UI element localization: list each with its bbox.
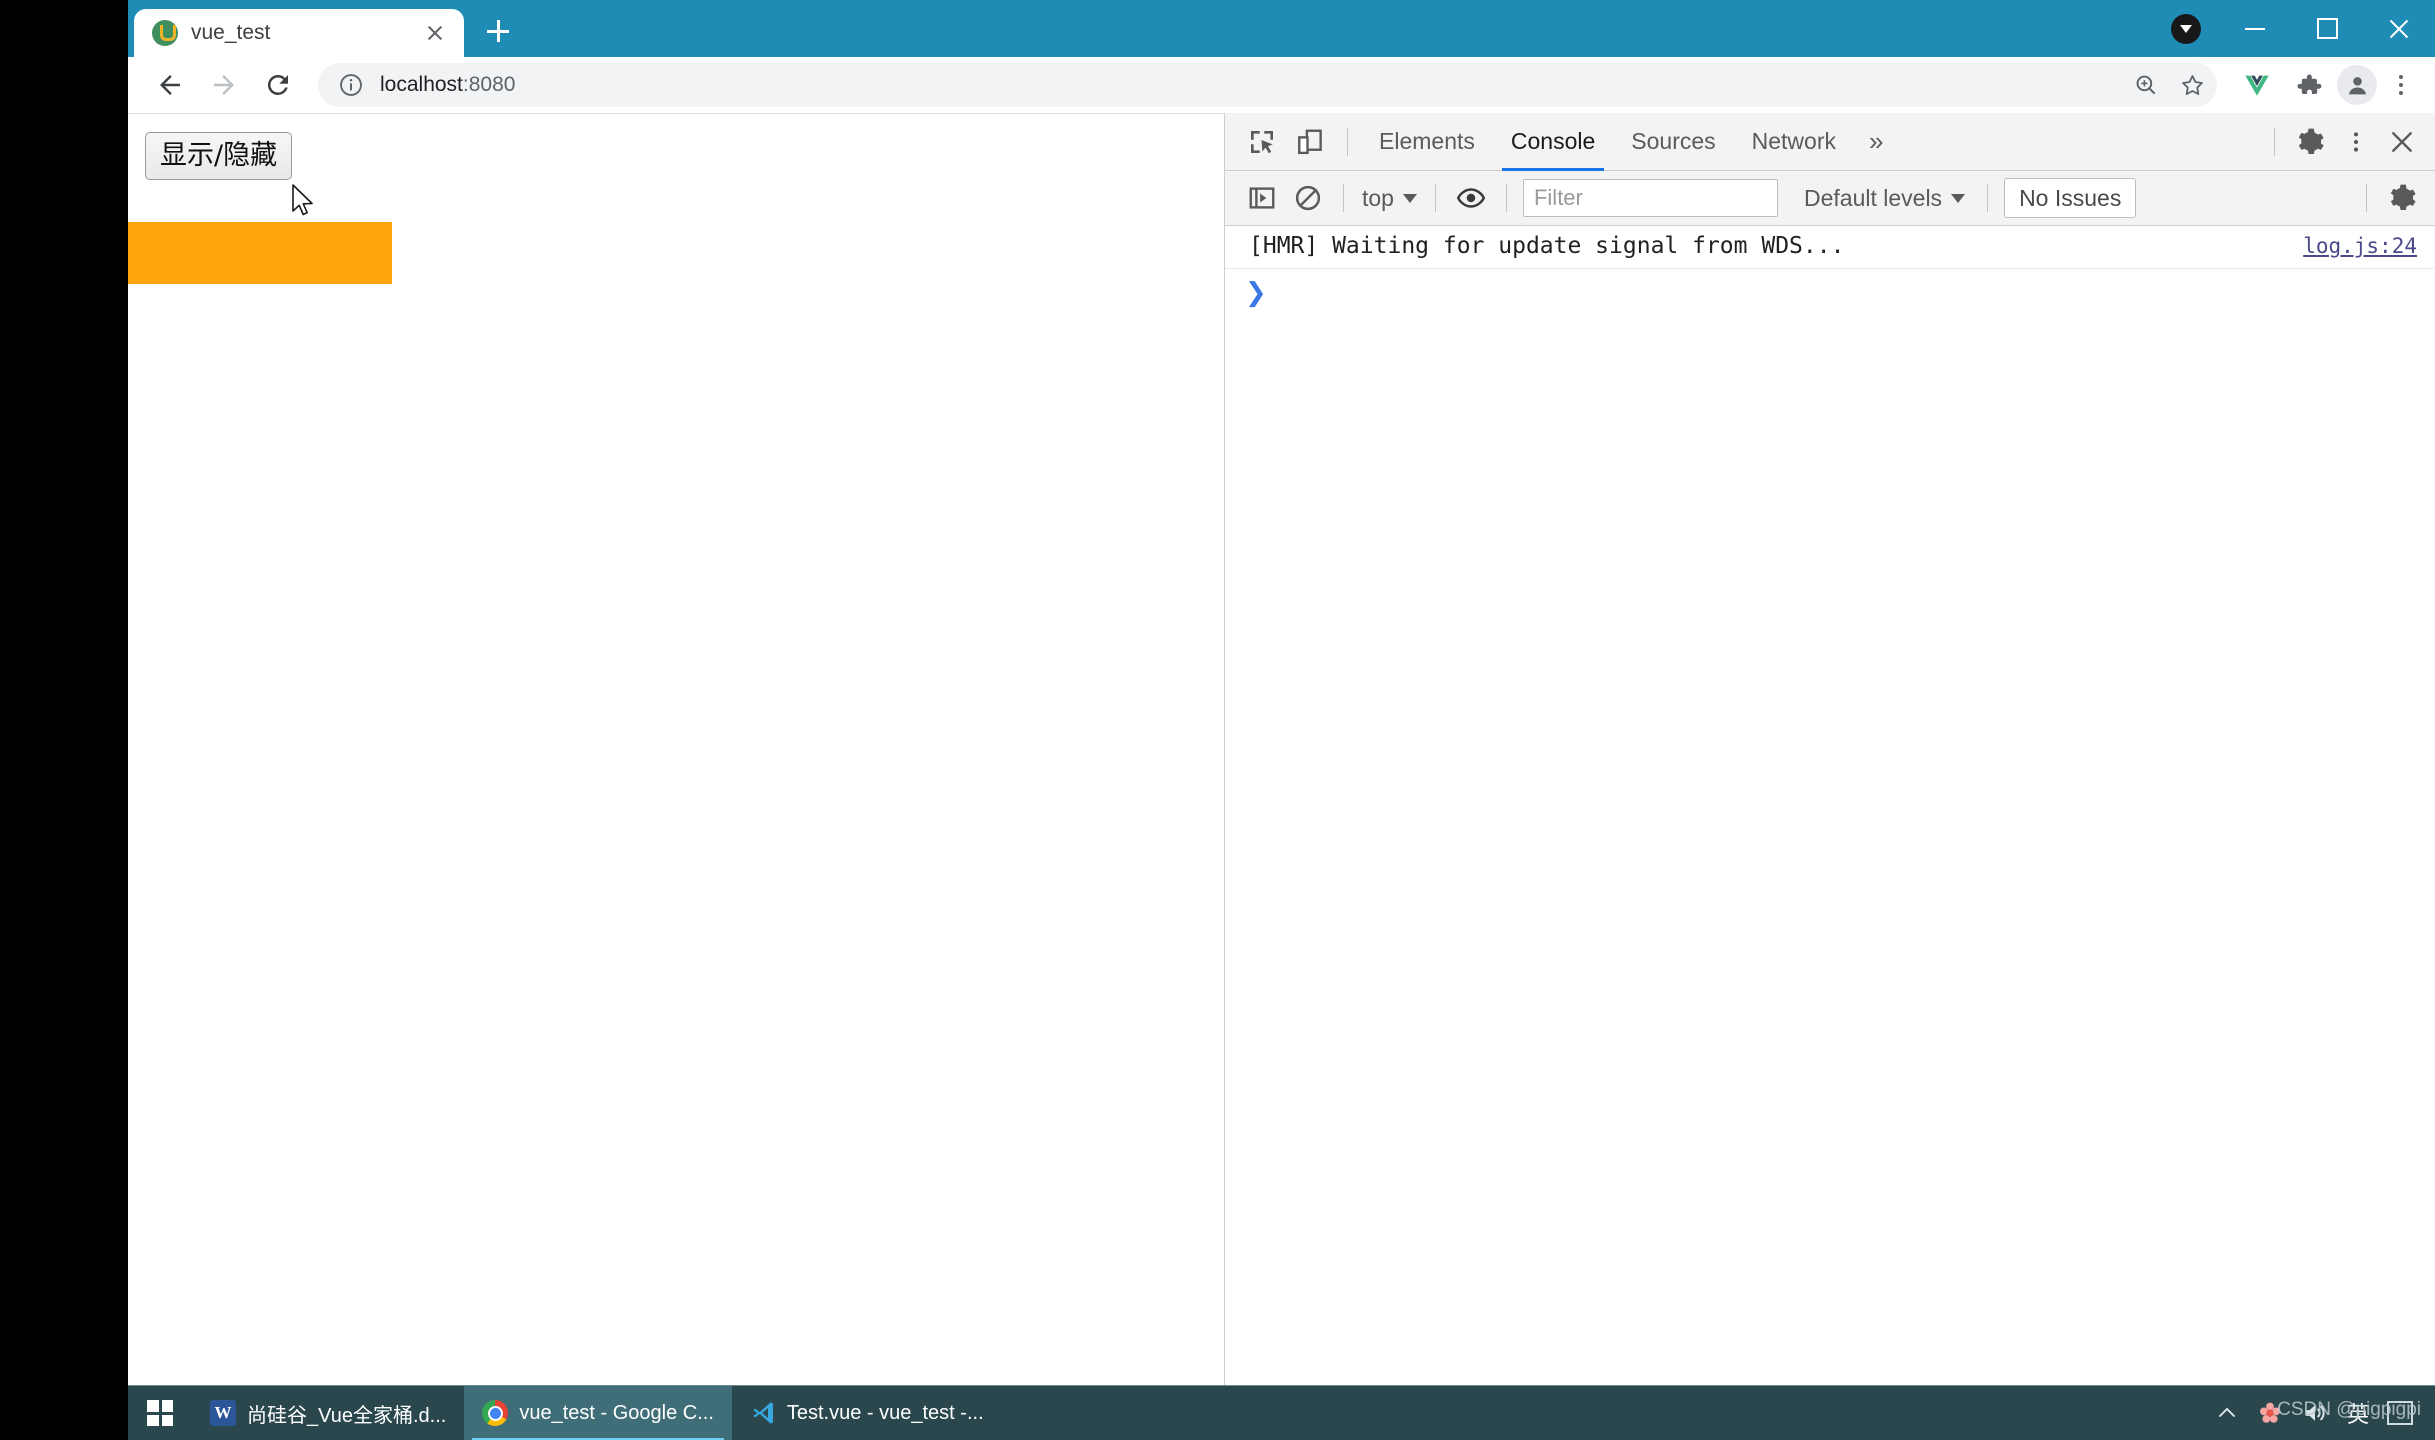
zoom-magnifier-icon[interactable] (2129, 68, 2163, 102)
console-message-text: [HMR] Waiting for update signal from WDS… (1249, 233, 1845, 259)
tray-chevron-up-icon[interactable] (2215, 1401, 2239, 1425)
start-button[interactable] (128, 1386, 192, 1440)
vue-extension-icon[interactable] (2233, 61, 2281, 109)
console-input-prompt[interactable]: ❯ (1225, 269, 2435, 315)
taskbar-item-label: 尚硅谷_Vue全家桶.d... (247, 1404, 447, 1427)
console-sidebar-icon[interactable] (1239, 176, 1285, 220)
console-toolbar-divider-5 (2366, 184, 2367, 212)
devtools-tabbar: Elements Console Sources Network » (1225, 113, 2435, 171)
clear-console-icon[interactable] (1285, 176, 1331, 220)
orange-content-box (128, 222, 392, 284)
volume-speaker-icon[interactable] (2301, 1399, 2329, 1427)
tab-console[interactable]: Console (1494, 113, 1612, 171)
console-toolbar-divider-1 (1343, 184, 1344, 212)
page-viewport: 显示/隐藏 (128, 113, 1224, 1385)
chrome-browser-window: vue_test localhost:8080 显示/隐藏 Elements C… (128, 0, 2435, 1385)
device-toolbar-icon[interactable] (1287, 120, 1333, 164)
console-prompt-caret-icon: ❯ (1245, 278, 1267, 308)
tab-network[interactable]: Network (1735, 113, 1853, 171)
console-context-label: top (1362, 184, 1394, 211)
windows-taskbar: W 尚硅谷_Vue全家桶.d... vue_test - Google C...… (128, 1385, 2435, 1440)
chevron-down-icon (1402, 193, 1417, 203)
close-tab-icon[interactable] (420, 18, 450, 48)
console-toolbar-divider-2 (1434, 184, 1436, 212)
tab-elements[interactable]: Elements (1362, 113, 1492, 171)
show-hide-button[interactable]: 显示/隐藏 (145, 132, 293, 181)
console-context-selector[interactable]: top (1356, 185, 1423, 212)
chevron-down-icon (1951, 193, 1966, 203)
browser-toolbar: localhost:8080 (128, 57, 2435, 113)
console-settings-gear-icon[interactable] (2379, 176, 2425, 220)
mouse-cursor-icon (292, 184, 313, 216)
windows-logo-icon (147, 1400, 173, 1426)
taskbar-item-vscode[interactable]: Test.vue - vue_test -... (732, 1386, 1002, 1440)
taskbar-item-word[interactable]: W 尚硅谷_Vue全家桶.d... (192, 1386, 464, 1440)
console-toolbar-divider-4 (1987, 184, 1989, 212)
taskbar-item-label: Test.vue - vue_test -... (786, 1401, 984, 1424)
ime-box-icon[interactable] (2387, 1401, 2413, 1425)
puzzle-piece-icon[interactable] (2285, 61, 2333, 109)
tab-title: vue_test (191, 21, 271, 44)
tab-sources[interactable]: Sources (1614, 113, 1732, 171)
console-toolbar: top Filter Default levels No Issues (1225, 171, 2435, 226)
devtools-close-icon[interactable] (2379, 120, 2425, 164)
devtools-more-options-icon[interactable] (2333, 120, 2379, 164)
chrome-icon (482, 1400, 509, 1426)
live-expression-eye-icon[interactable] (1448, 176, 1494, 220)
taskbar-item-chrome[interactable]: vue_test - Google C... (464, 1385, 732, 1440)
console-levels-selector[interactable]: Default levels (1794, 185, 1975, 212)
profile-avatar-icon[interactable] (2337, 65, 2377, 105)
new-tab-button[interactable] (474, 7, 522, 55)
console-message-source-link[interactable]: log.js:24 (2283, 234, 2417, 258)
devtools-toolbar-divider (1347, 127, 1348, 156)
window-controls (2171, 0, 2435, 57)
console-message-row[interactable]: [HMR] Waiting for update signal from WDS… (1225, 226, 2435, 269)
browser-content-row: 显示/隐藏 Elements Console Sources Network »… (128, 113, 2435, 1385)
word-icon: W (210, 1400, 236, 1426)
three-dot-menu-icon[interactable] (2381, 63, 2421, 107)
console-filter-input[interactable]: Filter (1522, 179, 1778, 217)
devtools-actions-divider (2274, 127, 2275, 156)
devtools-panel: Elements Console Sources Network » top F… (1224, 113, 2435, 1385)
devtools-tabbar-actions (2262, 120, 2435, 164)
minimize-window-button[interactable] (2219, 0, 2291, 57)
browser-tab[interactable]: vue_test (134, 9, 464, 57)
vscode-icon (750, 1400, 776, 1426)
ime-language-indicator[interactable]: 英 (2347, 1397, 2369, 1429)
vue-logo-icon (152, 20, 178, 46)
reload-icon[interactable] (254, 61, 302, 109)
forward-arrow-icon[interactable] (200, 61, 248, 109)
info-circle-icon[interactable] (334, 68, 368, 102)
gear-icon[interactable] (2287, 120, 2333, 164)
download-indicator-icon[interactable] (2171, 13, 2201, 44)
console-levels-label: Default levels (1803, 184, 1943, 211)
extension-icons (2233, 61, 2421, 109)
more-tabs-chevron-icon[interactable]: » (1855, 113, 1897, 171)
console-output[interactable]: [HMR] Waiting for update signal from WDS… (1225, 226, 2435, 1385)
omnibox-url-text: localhost:8080 (380, 73, 516, 96)
maximize-window-button[interactable] (2291, 0, 2363, 57)
console-toolbar-actions (2354, 176, 2435, 220)
desktop-background: vue_test localhost:8080 显示/隐藏 Elements C… (0, 0, 2435, 1440)
console-toolbar-divider-3 (1505, 184, 1507, 212)
system-tray: 英 CSDN @pigpigpi (2215, 1397, 2435, 1429)
tab-strip: vue_test (128, 0, 2435, 57)
inspect-element-icon[interactable] (1239, 120, 1285, 164)
taskbar-item-label: vue_test - Google C... (519, 1401, 714, 1424)
star-icon[interactable] (2175, 68, 2209, 102)
tray-flower-icon[interactable] (2257, 1400, 2283, 1426)
close-window-button[interactable] (2363, 0, 2435, 57)
omnibox[interactable]: localhost:8080 (318, 63, 2217, 107)
back-arrow-icon[interactable] (146, 61, 194, 109)
no-issues-button[interactable]: No Issues (2004, 178, 2137, 218)
